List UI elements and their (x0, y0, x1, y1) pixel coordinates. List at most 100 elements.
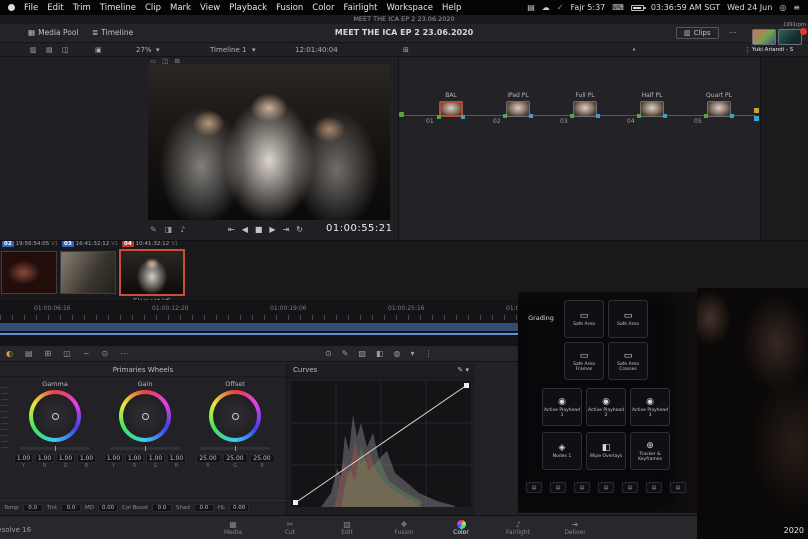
split-view-icon[interactable]: ◫ (62, 46, 69, 54)
deck-button-tracker-keyframes[interactable]: ⊕ Tracker & Keyframes (630, 432, 670, 470)
cloud-icon[interactable]: ☁ (542, 3, 550, 12)
bars-palette-icon[interactable]: ▤ (25, 349, 33, 358)
key-tool-icon[interactable]: ▧ (358, 349, 366, 358)
temp-value[interactable]: 0.0 (23, 504, 43, 512)
pen-tool-icon[interactable]: ✎ (342, 349, 349, 358)
curves-title[interactable]: Curves (293, 363, 317, 377)
gamma-value-r[interactable]: 1.00 (35, 454, 54, 463)
node-03[interactable]: Full PL 03 (560, 92, 610, 125)
node-thumbnail[interactable] (573, 101, 597, 117)
deck-mini-button-4[interactable]: ▤ (598, 482, 614, 493)
tint-value[interactable]: 0.0 (61, 504, 81, 512)
shad-value[interactable]: 0.0 (194, 504, 214, 512)
clip-thumbnail-04-selected[interactable] (119, 249, 185, 296)
menu-clip[interactable]: Clip (145, 3, 161, 13)
gamma-value-y[interactable]: 1.00 (14, 454, 33, 463)
control-center-icon[interactable]: ≡ (793, 3, 800, 12)
deck-button-safe-area-frames[interactable]: ▭ Safe Area Frames (564, 342, 604, 380)
offset-master-slider[interactable] (200, 447, 270, 450)
apple-menu-icon[interactable] (8, 4, 15, 11)
header-more-icon[interactable]: ⋯ (725, 27, 741, 38)
menu-fairlight[interactable]: Fairlight (344, 3, 378, 13)
edit-tool-icon[interactable]: ✎ (150, 225, 157, 234)
play-button[interactable]: ▶ (269, 225, 275, 234)
participant-thumbnail-2[interactable] (778, 29, 802, 45)
call-participant-overlay[interactable]: 1991rpm Yuki Ariandi - S (752, 22, 806, 53)
flag-icon[interactable]: ▣ (95, 46, 102, 54)
deck-mini-button-7[interactable]: ▤ (670, 482, 686, 493)
zoom-dropdown-icon[interactable]: ▾ (156, 46, 160, 54)
deck-button-nodes-1[interactable]: ◈ Nodes 1 (542, 432, 582, 470)
palette-more-icon[interactable]: ⋯ (120, 349, 128, 358)
menubar-date[interactable]: Wed 24 Jun (727, 3, 772, 12)
deck-mini-button-2[interactable]: ▤ (550, 482, 566, 493)
battery-icon[interactable] (631, 5, 644, 11)
add-node-icon[interactable]: ⊞ (403, 46, 409, 54)
menu-edit[interactable]: Edit (47, 3, 63, 13)
gain-master-slider[interactable] (110, 447, 180, 450)
jump-end-button[interactable]: ⇥ (283, 225, 290, 234)
curves-palette-icon[interactable]: ~ (83, 349, 90, 358)
menu-color[interactable]: Color (312, 3, 334, 13)
deck-button-safe-area-2[interactable]: ▭ Safe Area (608, 300, 648, 338)
node-05[interactable]: Quart PL 05 (694, 92, 744, 125)
offset-value-g[interactable]: 25.00 (223, 454, 248, 463)
deck-mini-button-6[interactable]: ▤ (646, 482, 662, 493)
timeline-selector[interactable]: Timeline 1 (210, 46, 246, 54)
gain-value-r[interactable]: 1.00 (125, 454, 144, 463)
menu-file[interactable]: File (24, 3, 38, 13)
menu-trim[interactable]: Trim (73, 3, 91, 13)
page-tab-color[interactable]: Color (433, 516, 490, 539)
page-tab-fusion[interactable]: ❖ Fusion (376, 516, 433, 539)
gamma-value-b[interactable]: 1.00 (77, 454, 96, 463)
deck-mini-button-1[interactable]: ▤ (526, 482, 542, 493)
wheels-panel-title[interactable]: Primaries Wheels (0, 363, 286, 377)
stop-button[interactable]: ■ (255, 225, 263, 234)
viewer-video[interactable] (148, 64, 390, 220)
page-tab-deliver[interactable]: ➔ Deliver (547, 516, 604, 539)
deck-button-active-playhead-2[interactable]: ◉ Active Playhead 2 (586, 388, 626, 426)
node-04[interactable]: Half PL 04 (627, 92, 677, 125)
blur-tool-icon[interactable]: ◍ (394, 349, 401, 358)
qualifier-tool-icon[interactable]: ⊙ (325, 349, 332, 358)
timeline-dropdown-icon[interactable]: ▾ (252, 46, 256, 54)
node-more-icon[interactable]: ⋮ (744, 46, 751, 54)
gamma-color-wheel[interactable] (29, 390, 81, 442)
list-view-icon[interactable]: ▤ (46, 46, 53, 54)
gain-value-y[interactable]: 1.00 (104, 454, 123, 463)
page-tab-media[interactable]: ▦ Media (205, 516, 262, 539)
step-back-button[interactable]: ◀ (242, 225, 248, 234)
curves-edit-icon[interactable]: ✎ (457, 366, 463, 374)
clips-button[interactable]: ▥ Clips (676, 27, 719, 39)
offset-color-wheel[interactable] (209, 390, 261, 442)
menu-playback[interactable]: Playback (229, 3, 267, 13)
match-palette-icon[interactable]: ◫ (63, 349, 71, 358)
qualifier-palette-icon[interactable]: ⊙ (102, 349, 109, 358)
source-node-dot[interactable] (399, 112, 404, 117)
offset-value-r[interactable]: 25.00 (196, 454, 221, 463)
audio-tool-icon[interactable]: ♪ (180, 225, 185, 234)
tool-dropdown-icon[interactable]: ▾ (411, 349, 415, 358)
clip-marker-02[interactable]: 02 19:56:54:05 V1 (2, 241, 58, 247)
page-tab-fairlight[interactable]: ♪ Fairlight (490, 516, 547, 539)
offset-value-b[interactable]: 25.00 (250, 454, 275, 463)
node-01[interactable]: BAL 01 (426, 92, 476, 125)
deck-button-wipe-overlays[interactable]: ◧ Wipe Overlays (586, 432, 626, 470)
deck-mini-button-5[interactable]: ▤ (622, 482, 638, 493)
tool-more-icon[interactable]: ⋮ (425, 349, 433, 358)
menubar-clock[interactable]: 03:36:59 AM SGT (651, 3, 720, 12)
menu-help[interactable]: Help (442, 3, 461, 13)
spotlight-icon[interactable]: ◎ (779, 3, 786, 12)
check-icon[interactable]: ✓ (557, 3, 564, 12)
viewer-top-timecode[interactable]: 12:01:40:04 (295, 46, 338, 54)
color-wheels-palette-icon[interactable]: ◐ (6, 349, 13, 358)
deck-button-active-playhead-3[interactable]: ◉ Active Playhead 3 (630, 388, 670, 426)
clip-marker-03[interactable]: 03 16:41:32:12 V1 (62, 241, 118, 247)
node-thumbnail[interactable] (707, 101, 731, 117)
gamma-value-g[interactable]: 1.00 (56, 454, 75, 463)
participant-thumbnail-1[interactable] (752, 29, 776, 45)
loop-button[interactable]: ↻ (296, 225, 303, 234)
page-tab-cut[interactable]: ✂ Cut (262, 516, 319, 539)
node-thumbnail[interactable] (439, 101, 463, 117)
jump-start-button[interactable]: ⇤ (228, 225, 235, 234)
